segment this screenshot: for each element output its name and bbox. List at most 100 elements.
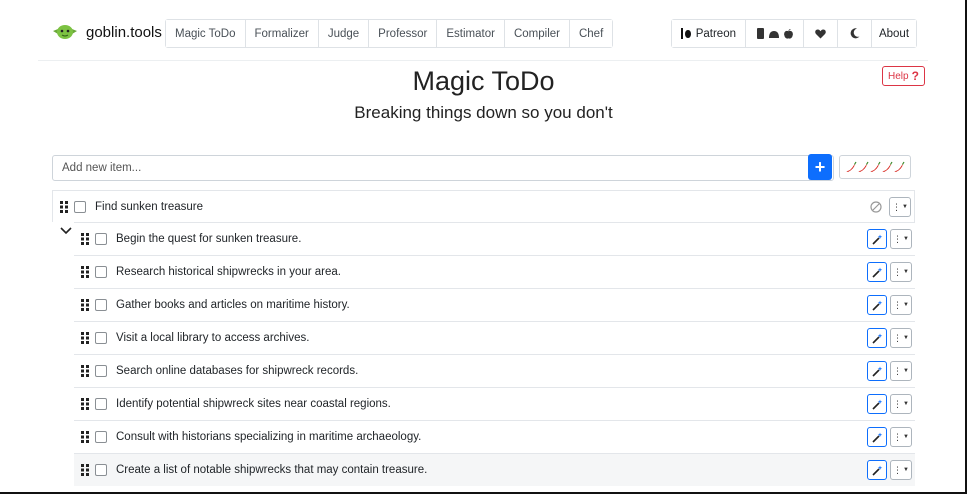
- task-menu-button[interactable]: ⋮ ▼: [890, 460, 912, 480]
- heart-icon: [815, 28, 826, 38]
- tab-chef[interactable]: Chef: [569, 20, 613, 47]
- task-text[interactable]: Gather books and articles on maritime hi…: [116, 299, 350, 311]
- drag-handle-icon[interactable]: [81, 398, 91, 410]
- breakdown-button[interactable]: [867, 295, 887, 315]
- task-menu-button[interactable]: ⋮ ▼: [890, 262, 912, 282]
- task-checkbox[interactable]: [95, 233, 107, 245]
- question-icon: ?: [911, 69, 919, 83]
- task-actions: ⋮ ▼: [867, 427, 912, 447]
- tab-estimator[interactable]: Estimator: [437, 20, 505, 47]
- breakdown-button[interactable]: [867, 427, 887, 447]
- task-menu-button[interactable]: ⋮ ▼: [889, 197, 911, 217]
- drag-handle-icon[interactable]: [81, 233, 91, 245]
- utility-nav: Patreon About: [671, 19, 917, 48]
- task-checkbox[interactable]: [95, 332, 107, 344]
- add-item-input[interactable]: [53, 156, 807, 180]
- task-checkbox[interactable]: [95, 431, 107, 443]
- help-button[interactable]: Help ?: [882, 66, 925, 86]
- task-text[interactable]: Find sunken treasure: [95, 201, 203, 213]
- task-text[interactable]: Identify potential shipwreck sites near …: [116, 398, 391, 410]
- drag-handle-icon[interactable]: [81, 332, 91, 344]
- more-vertical-icon: ⋮: [893, 398, 903, 409]
- task-list: Find sunken treasure ⋮ ▼ Begin the quest …: [52, 190, 915, 486]
- clear-done-icon[interactable]: [870, 201, 882, 213]
- task-row-parent: Find sunken treasure ⋮ ▼: [52, 190, 915, 222]
- caret-down-icon: ▼: [903, 302, 909, 308]
- task-text[interactable]: Begin the quest for sunken treasure.: [116, 233, 301, 245]
- task-text[interactable]: Visit a local library to access archives…: [116, 332, 309, 344]
- task-checkbox[interactable]: [95, 266, 107, 278]
- add-item-button[interactable]: +: [808, 154, 832, 180]
- task-actions: ⋮ ▼: [867, 262, 912, 282]
- subtask-row: Identify potential shipwreck sites near …: [74, 387, 915, 420]
- task-checkbox[interactable]: [95, 464, 107, 476]
- task-checkbox[interactable]: [95, 365, 107, 377]
- drag-handle-icon[interactable]: [81, 299, 91, 311]
- task-actions: ⋮ ▼: [867, 229, 912, 249]
- spiciness-selector[interactable]: [839, 155, 911, 179]
- brand-link[interactable]: goblin.tools: [52, 18, 162, 46]
- breakdown-button[interactable]: [867, 361, 887, 381]
- chili-pepper-icon: [846, 161, 905, 172]
- drag-handle-icon[interactable]: [81, 431, 91, 443]
- app-window: goblin.tools Magic ToDo Formalizer Judge…: [0, 0, 967, 494]
- task-checkbox[interactable]: [95, 299, 107, 311]
- more-vertical-icon: ⋮: [892, 201, 902, 212]
- caret-down-icon: ▼: [903, 236, 909, 242]
- help-label: Help: [888, 70, 909, 82]
- patreon-icon-dot: [685, 29, 691, 38]
- drag-handle-icon[interactable]: [81, 266, 91, 278]
- tab-magic-todo[interactable]: Magic ToDo: [166, 20, 246, 47]
- caret-down-icon: ▼: [903, 335, 909, 341]
- about-link[interactable]: About: [872, 20, 916, 47]
- goblin-logo-icon: [53, 25, 77, 39]
- breakdown-button[interactable]: [867, 394, 887, 414]
- task-menu-button[interactable]: ⋮ ▼: [890, 427, 912, 447]
- more-vertical-icon: ⋮: [893, 299, 903, 310]
- more-vertical-icon: ⋮: [893, 365, 903, 376]
- task-menu-button[interactable]: ⋮ ▼: [890, 394, 912, 414]
- task-actions: ⋮ ▼: [867, 361, 912, 381]
- magic-wand-icon: [871, 432, 882, 443]
- page-subtitle: Breaking things down so you don't: [354, 103, 613, 122]
- drag-handle-icon[interactable]: [81, 365, 91, 377]
- subtask-row: Research historical shipwrecks in your a…: [74, 255, 915, 288]
- tab-compiler[interactable]: Compiler: [504, 20, 570, 47]
- tab-formalizer[interactable]: Formalizer: [245, 20, 319, 47]
- breakdown-button[interactable]: [867, 229, 887, 249]
- task-menu-button[interactable]: ⋮ ▼: [890, 295, 912, 315]
- caret-down-icon: ▼: [903, 368, 909, 374]
- apps-button[interactable]: [746, 20, 804, 47]
- task-text[interactable]: Search online databases for shipwreck re…: [116, 365, 358, 377]
- breakdown-button[interactable]: [867, 262, 887, 282]
- task-menu-button[interactable]: ⋮ ▼: [890, 229, 912, 249]
- subtask-row: Consult with historians specializing in …: [74, 420, 915, 453]
- subtask-row: Search online databases for shipwreck re…: [74, 354, 915, 387]
- tab-judge[interactable]: Judge: [318, 20, 370, 47]
- task-text[interactable]: Consult with historians specializing in …: [116, 431, 421, 443]
- breakdown-button[interactable]: [867, 460, 887, 480]
- breakdown-button[interactable]: [867, 328, 887, 348]
- more-vertical-icon: ⋮: [893, 431, 903, 442]
- drag-handle-icon[interactable]: [81, 464, 91, 476]
- task-text[interactable]: Research historical shipwrecks in your a…: [116, 266, 341, 278]
- donate-button[interactable]: [804, 20, 838, 47]
- task-actions: ⋮ ▼: [867, 328, 912, 348]
- tab-professor[interactable]: Professor: [369, 20, 438, 47]
- task-checkbox[interactable]: [74, 200, 86, 213]
- collapse-chevron-icon[interactable]: [60, 226, 72, 236]
- task-menu-button[interactable]: ⋮ ▼: [890, 361, 912, 381]
- subtask-row: Visit a local library to access archives…: [74, 321, 915, 354]
- task-checkbox[interactable]: [95, 398, 107, 410]
- drag-handle-icon[interactable]: [60, 200, 70, 213]
- magic-wand-icon: [871, 234, 882, 245]
- apple-icon: [783, 28, 793, 39]
- theme-toggle-button[interactable]: [838, 20, 872, 47]
- subtask-row: Gather books and articles on maritime hi…: [74, 288, 915, 321]
- caret-down-icon: ▼: [903, 467, 909, 473]
- subtask-row: Create a list of notable shipwrecks that…: [74, 453, 915, 486]
- subtask-row: Begin the quest for sunken treasure. ⋮ ▼: [74, 222, 915, 255]
- patreon-button[interactable]: Patreon: [672, 20, 746, 47]
- task-menu-button[interactable]: ⋮ ▼: [890, 328, 912, 348]
- task-text[interactable]: Create a list of notable shipwrecks that…: [116, 464, 427, 476]
